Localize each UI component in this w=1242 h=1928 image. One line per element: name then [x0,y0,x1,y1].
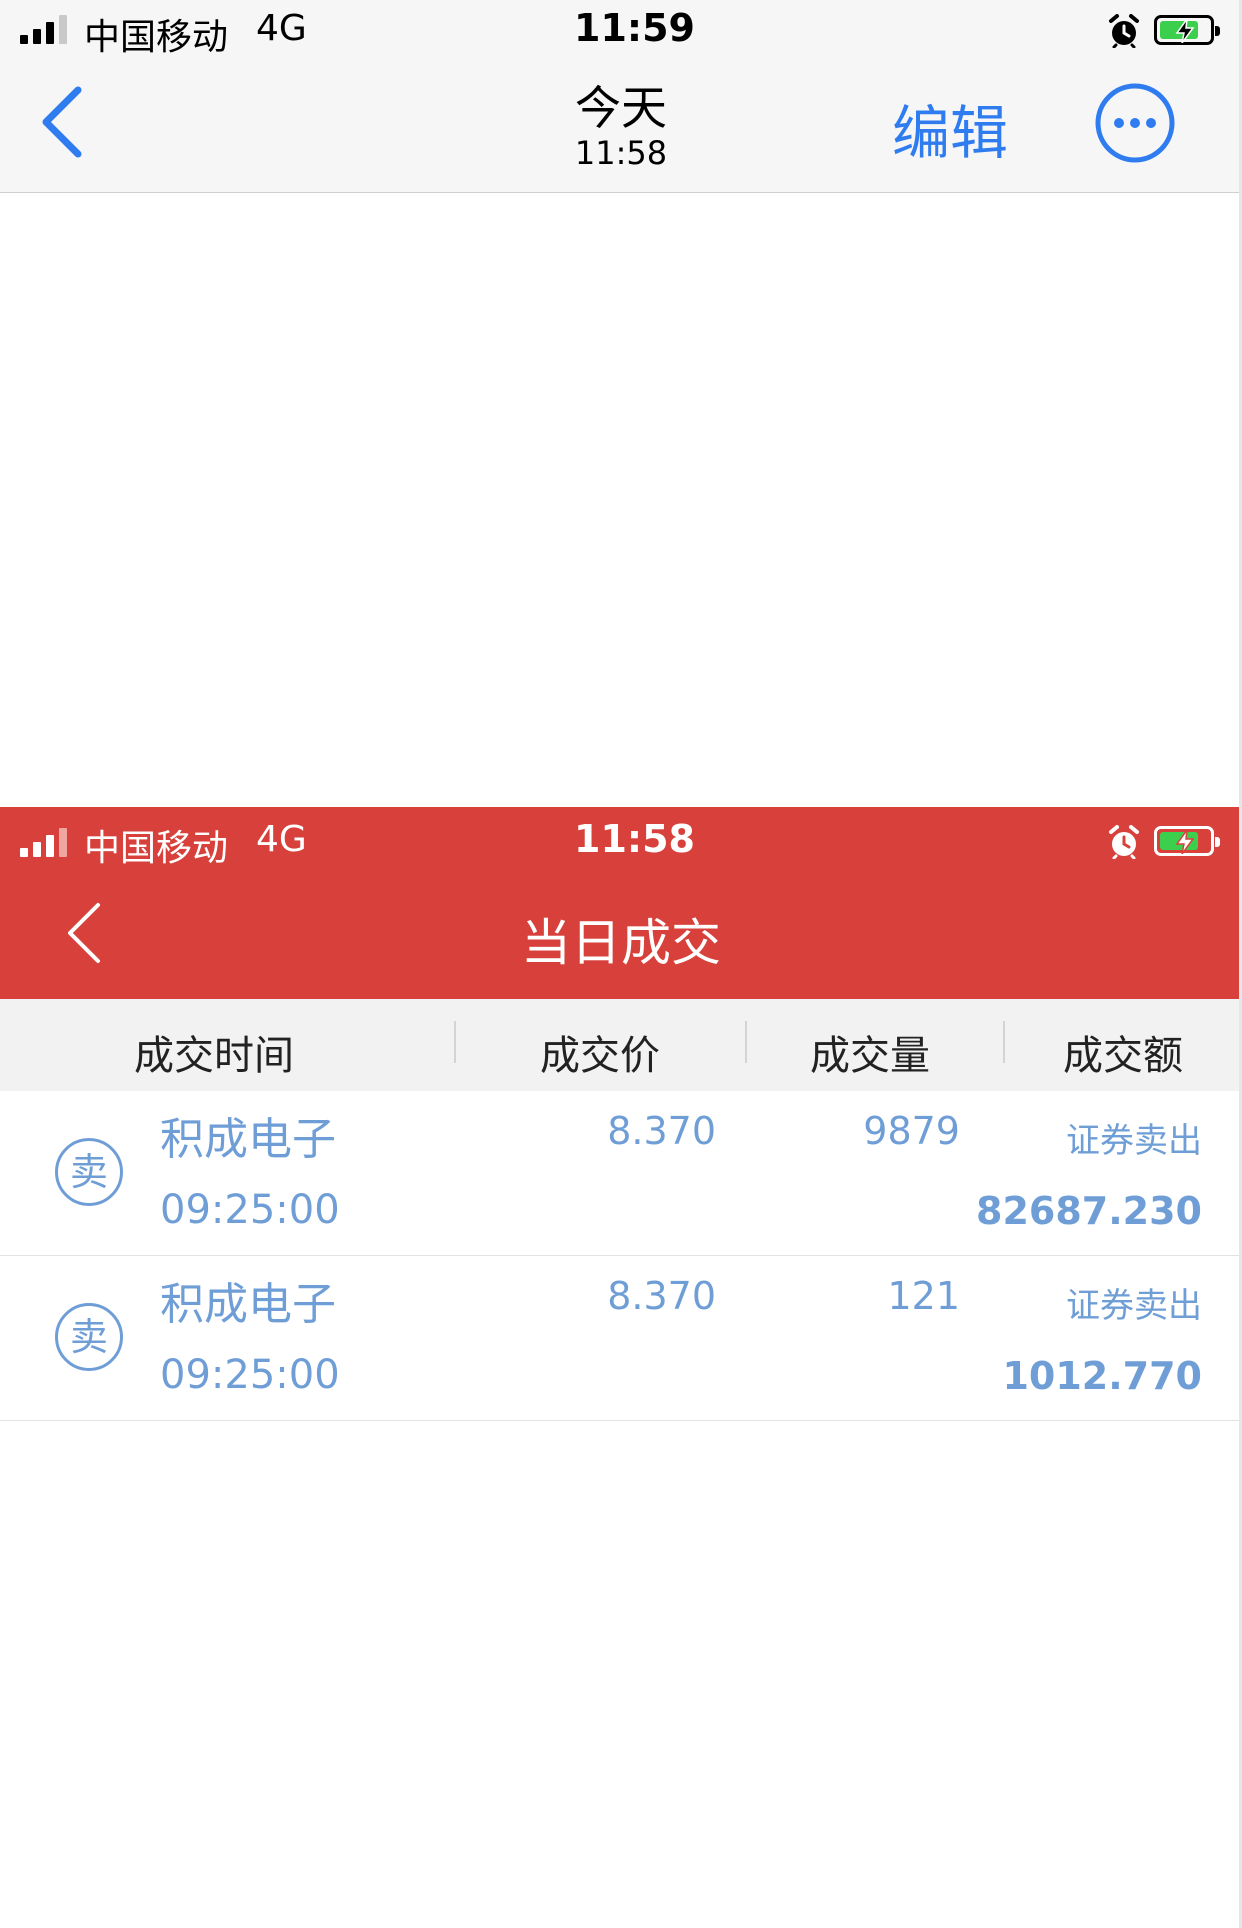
signal-icon [20,14,76,44]
battery-charging-icon [1154,15,1220,45]
trade-volume: 9879 [863,1109,960,1153]
stock-name: 积成电子 [160,1279,336,1330]
inner-signal-icon [20,827,76,857]
table-header: 成交时间 成交价 成交量 成交额 [0,999,1242,1092]
alarm-clock-icon [1109,825,1139,859]
trade-type: 证券卖出 [1066,1286,1202,1326]
inner-page-title: 当日成交 [521,914,721,972]
header-trade-volume: 成交量 [810,1033,930,1079]
edit-button[interactable]: 编辑 [892,86,1008,170]
sell-badge: 卖 [55,1303,123,1371]
header-trade-price: 成交价 [540,1033,660,1079]
trade-price: 8.370 [607,1109,716,1153]
inner-network: 4G [256,819,307,860]
stock-name: 积成电子 [160,1114,336,1165]
inner-status-time: 11:58 [574,817,695,861]
more-horizontal-icon[interactable] [1094,82,1176,164]
trade-type: 证券卖出 [1066,1121,1202,1161]
trade-amount: 82687.230 [976,1189,1202,1233]
table-row[interactable]: 卖 积成电子 09:25:00 8.370 9879 证券卖出 82687.23… [0,1091,1242,1256]
header-trade-amount: 成交额 [1063,1033,1183,1079]
outer-top-bar: 中国移动 4G 11:59 今天 11:58 编辑 [0,0,1242,193]
trade-time: 09:25:00 [160,1352,340,1398]
inner-carrier: 中国移动 [84,828,229,869]
inner-header: 中国移动 4G 11:58 当日成交 [0,807,1242,999]
outer-carrier: 中国移动 [84,17,229,58]
alarm-clock-icon [1109,14,1139,48]
outer-status-time: 11:59 [574,6,695,50]
outer-status-bar: 中国移动 4G 11:59 [0,0,1242,60]
trade-time: 09:25:00 [160,1187,340,1233]
table-row[interactable]: 卖 积成电子 09:25:00 8.370 121 证券卖出 1012.770 [0,1256,1242,1421]
header-trade-time: 成交时间 [134,1033,294,1079]
sell-badge: 卖 [55,1138,123,1206]
trade-price: 8.370 [607,1274,716,1318]
trade-volume: 121 [887,1274,960,1318]
outer-network: 4G [256,8,307,49]
outer-subtitle: 11:58 [574,134,668,172]
trade-amount: 1012.770 [1002,1354,1202,1398]
outer-title: 今天 [575,81,667,135]
battery-charging-icon [1154,826,1220,856]
